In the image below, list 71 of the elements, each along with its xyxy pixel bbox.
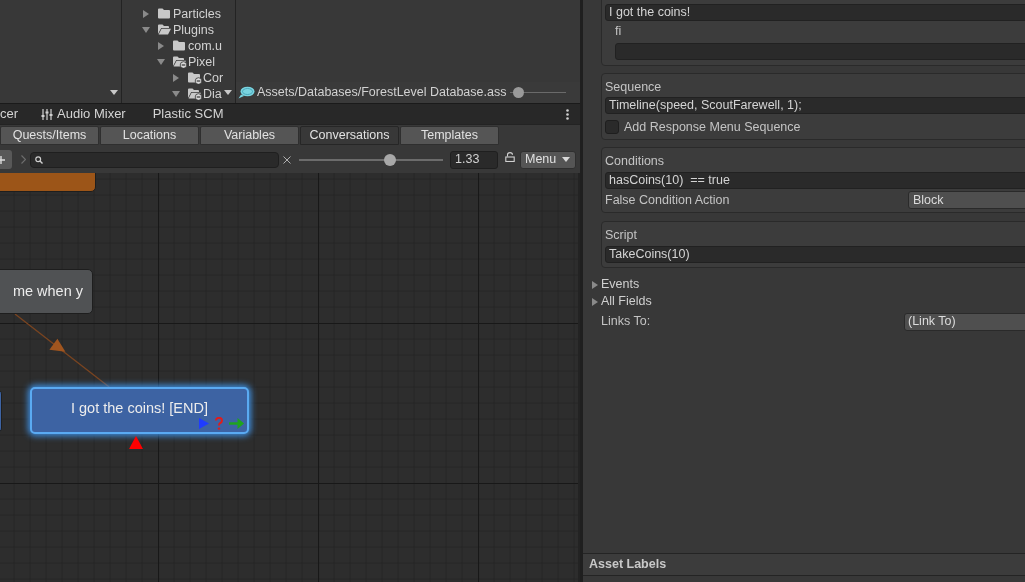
zoom-value-field[interactable]: 1.33 <box>450 150 498 169</box>
lock-icon[interactable] <box>505 152 515 162</box>
close-icon[interactable] <box>283 155 291 164</box>
slider-thumb[interactable] <box>383 153 396 166</box>
dialogue-node[interactable]: I got the coins! [END] <box>30 387 249 434</box>
disclosure-triangle-icon[interactable] <box>157 42 165 50</box>
asset-path: Assets/Databases/ForestLevel Database.ass <box>257 84 507 102</box>
field-label: False Condition Action <box>605 191 731 209</box>
scroll-down-icon[interactable] <box>224 90 232 95</box>
open-folder-icon <box>158 23 172 37</box>
folder-icon <box>158 7 172 21</box>
disclosure-triangle-icon[interactable] <box>591 280 599 289</box>
disclosure-triangle-icon[interactable] <box>172 74 180 82</box>
triangle-marker-icon <box>129 436 143 449</box>
database-tab[interactable]: Locations <box>100 126 199 145</box>
folder-name[interactable]: Particles <box>173 6 221 22</box>
folder-name[interactable]: Cor <box>203 70 224 86</box>
field-label: fi <box>614 23 622 40</box>
localized-text-field[interactable] <box>615 43 1025 60</box>
foldout-label[interactable]: All Fields <box>601 292 652 311</box>
more-options-icon[interactable] <box>566 108 569 120</box>
dropdown[interactable]: Block <box>908 191 1025 209</box>
window-tab[interactable]: cer <box>0 104 39 124</box>
checkbox-label: Add Response Menu Sequence <box>624 118 801 136</box>
open-folder-minus-icon <box>173 55 187 69</box>
folder-name[interactable]: Plugins <box>173 22 214 38</box>
checkbox[interactable] <box>605 120 619 134</box>
dropdown[interactable]: (Link To) <box>904 312 1025 331</box>
search-icon <box>35 155 43 164</box>
folder-name[interactable]: Pixel <box>188 54 216 70</box>
speech-bubble-icon <box>238 86 255 99</box>
icon-size-slider[interactable] <box>510 87 567 98</box>
database-tab[interactable]: Quests/Items <box>0 126 99 145</box>
open-folder-minus-icon <box>188 87 202 101</box>
node-graph-canvas[interactable]: me when y I got the coins! [END] <box>0 173 580 582</box>
database-tab[interactable]: Variables <box>200 126 299 145</box>
disclosure-triangle-icon[interactable] <box>157 58 165 66</box>
disclosure-triangle-icon[interactable] <box>591 297 599 306</box>
group-title: Script <box>605 227 637 243</box>
plus-icon <box>0 155 5 164</box>
folder-name[interactable]: com.u <box>188 38 223 54</box>
group-title: Sequence <box>605 79 662 95</box>
group-title: Conditions <box>605 153 665 169</box>
window-tab[interactable]: Audio Mixer <box>38 104 139 124</box>
node-text: I got the coins! [END] <box>71 398 208 418</box>
disclosure-triangle-icon[interactable] <box>142 10 150 18</box>
conditions-field[interactable]: hasCoins(10) == true <box>605 172 1025 189</box>
section-title: Asset Labels <box>589 556 667 574</box>
dialogue-node[interactable]: me when y <box>0 269 93 314</box>
zoom-slider[interactable] <box>299 153 443 166</box>
sliders-icon <box>41 108 54 120</box>
chevron-right-icon <box>21 155 26 164</box>
folder-minus-icon <box>188 71 202 85</box>
disclosure-triangle-icon[interactable] <box>172 90 180 98</box>
menu-dropdown[interactable]: Menu <box>520 150 576 169</box>
node-text: me when y <box>12 281 83 301</box>
database-tab[interactable]: Conversations <box>300 126 399 145</box>
window-tab[interactable]: Plastic SCM <box>138 104 238 124</box>
search-field[interactable] <box>30 151 279 168</box>
caret-down-icon <box>562 157 571 162</box>
field-label: Links To: <box>601 313 652 331</box>
folder-name[interactable]: Dia <box>203 86 222 102</box>
scroll-down-icon[interactable] <box>110 90 118 95</box>
folder-icon <box>173 39 187 53</box>
disclosure-triangle-icon[interactable] <box>142 26 150 34</box>
dialogue-text-field[interactable]: I got the coins! <box>605 4 1025 21</box>
script-field[interactable]: TakeCoins(10) <box>605 246 1025 263</box>
database-tab[interactable]: Templates <box>400 126 499 145</box>
sequence-field[interactable]: Timeline(speed, ScoutFarewell, 1); <box>605 97 1025 114</box>
foldout-label[interactable]: Events <box>601 275 640 294</box>
slider-thumb[interactable] <box>512 87 524 98</box>
